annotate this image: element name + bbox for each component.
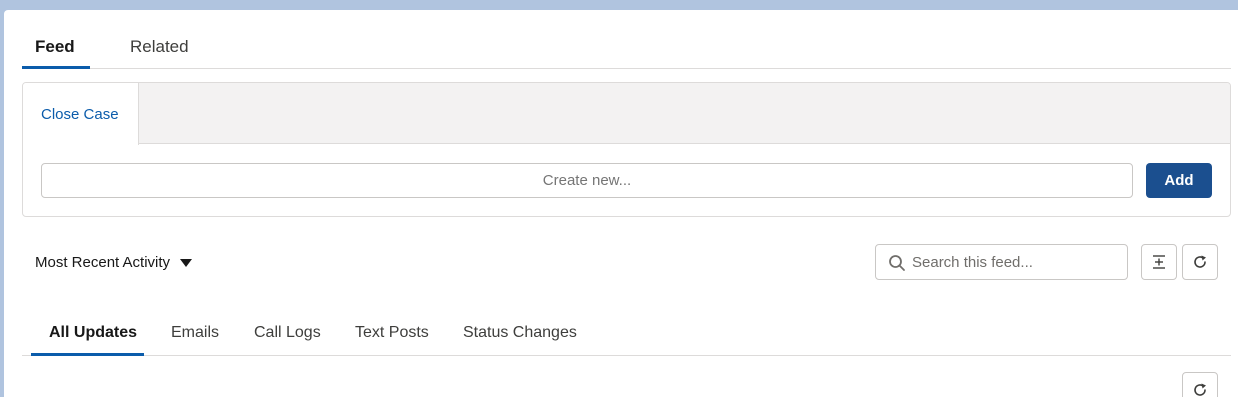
collapse-expand-icon: [1153, 255, 1165, 269]
publisher-tab-close-case[interactable]: Close Case: [23, 83, 139, 145]
refresh-list-button[interactable]: [1182, 372, 1218, 397]
feed-filter-tabs: All Updates Emails Call Logs Text Posts …: [22, 315, 1231, 356]
collapse-expand-button[interactable]: [1141, 244, 1177, 280]
sort-label: Most Recent Activity: [35, 254, 171, 271]
record-tabs: Feed Related: [22, 10, 1231, 69]
feed-search: [875, 244, 1128, 280]
publisher-header: Close Case: [23, 83, 1230, 145]
tab-text-posts[interactable]: Text Posts: [355, 324, 429, 342]
active-tab-indicator: [22, 66, 90, 69]
refresh-icon: [1194, 383, 1206, 396]
tab-emails[interactable]: Emails: [171, 324, 219, 342]
sort-dropdown[interactable]: Most Recent Activity: [35, 254, 193, 271]
search-feed-input[interactable]: [912, 246, 1122, 278]
refresh-feed-button[interactable]: [1182, 244, 1218, 280]
tab-all-updates[interactable]: All Updates: [49, 324, 137, 342]
tab-feed[interactable]: Feed: [35, 37, 75, 57]
tab-related[interactable]: Related: [130, 37, 189, 57]
tab-call-logs[interactable]: Call Logs: [254, 324, 321, 342]
add-button[interactable]: Add: [1146, 163, 1212, 198]
record-feed-card: Feed Related Close Case Add Most Recent …: [4, 10, 1238, 397]
create-new-input[interactable]: [41, 163, 1133, 198]
tab-status-changes[interactable]: Status Changes: [463, 324, 577, 342]
publisher: Close Case Add: [22, 82, 1231, 217]
active-filter-indicator: [31, 353, 144, 356]
refresh-icon: [1194, 255, 1206, 268]
search-icon: [889, 255, 905, 271]
caret-down-icon: [180, 258, 193, 267]
